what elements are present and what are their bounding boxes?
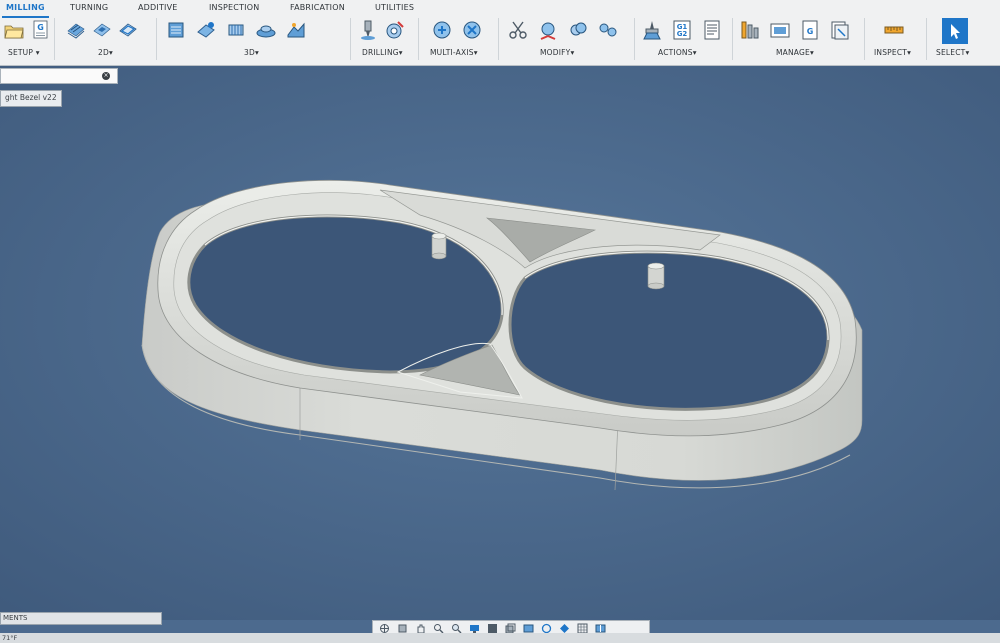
document-name-label[interactable]: ght Bezel v22 bbox=[0, 90, 62, 107]
multi-axis-label[interactable]: MULTI-AXIS▾ bbox=[430, 48, 478, 57]
object-visibility-icon[interactable] bbox=[539, 623, 554, 634]
bore-icon[interactable] bbox=[382, 18, 406, 42]
fusion-cam-window: MILLING TURNING ADDITIVE INSPECTION FABR… bbox=[0, 0, 1000, 643]
setup-folder-icon[interactable] bbox=[2, 18, 26, 42]
tab-milling[interactable]: MILLING bbox=[2, 3, 49, 18]
select-group: SELECT▾ bbox=[930, 16, 996, 64]
tab-turning[interactable]: TURNING bbox=[70, 3, 108, 15]
temperature-readout: 71°F bbox=[2, 634, 18, 642]
hand-icon[interactable] bbox=[413, 623, 428, 634]
pattern-toolpath-icon[interactable] bbox=[596, 18, 620, 42]
drilling-group: DRILLING▾ bbox=[354, 16, 416, 64]
orbit-icon[interactable] bbox=[377, 623, 392, 634]
3d-adaptive-icon[interactable] bbox=[164, 18, 188, 42]
duplicate-toolpath-icon[interactable] bbox=[566, 18, 590, 42]
3d-pocket-icon[interactable] bbox=[194, 18, 218, 42]
effects-icon[interactable] bbox=[521, 623, 536, 634]
mounting-boss-right[interactable] bbox=[647, 262, 665, 290]
browser-close-icon[interactable]: × bbox=[102, 72, 110, 80]
select-label[interactable]: SELECT▾ bbox=[936, 48, 969, 57]
environment-icon[interactable] bbox=[503, 623, 518, 634]
comments-panel[interactable]: MENTS bbox=[0, 612, 162, 625]
inspect-label[interactable]: INSPECT▾ bbox=[874, 48, 911, 57]
separator bbox=[634, 18, 635, 60]
grid-icon[interactable] bbox=[575, 623, 590, 634]
scissors-icon[interactable] bbox=[506, 18, 530, 42]
drilling-label[interactable]: DRILLING▾ bbox=[362, 48, 403, 57]
zoom-window-icon[interactable] bbox=[449, 623, 464, 634]
setup-label[interactable]: SETUP ▾ bbox=[8, 48, 40, 57]
drill-icon[interactable] bbox=[356, 18, 380, 42]
multi-axis-group: MULTI-AXIS▾ bbox=[422, 16, 498, 64]
template-library-icon[interactable] bbox=[768, 18, 792, 42]
camera-icon[interactable] bbox=[557, 623, 572, 634]
svg-text:G: G bbox=[807, 27, 814, 36]
right-opening bbox=[508, 250, 830, 411]
swarf-icon[interactable] bbox=[430, 18, 454, 42]
display-settings-icon[interactable] bbox=[467, 623, 482, 634]
actions-label[interactable]: ACTIONS▾ bbox=[658, 48, 697, 57]
zoom-icon[interactable] bbox=[431, 623, 446, 634]
workspace-tabs: MILLING TURNING ADDITIVE INSPECTION FABR… bbox=[0, 0, 1000, 18]
modify-label[interactable]: MODIFY▾ bbox=[540, 48, 574, 57]
tab-utilities[interactable]: UTILITIES bbox=[375, 3, 414, 15]
mounting-boss-left[interactable] bbox=[431, 232, 447, 260]
delete-toolpath-icon[interactable] bbox=[536, 18, 560, 42]
pan-icon[interactable] bbox=[395, 623, 410, 634]
measure-icon[interactable] bbox=[882, 18, 906, 42]
separator bbox=[926, 18, 927, 60]
graphics-viewport[interactable] bbox=[0, 66, 1000, 620]
2d-adaptive-icon[interactable] bbox=[64, 18, 88, 42]
post-process-icon[interactable]: G1 G2 bbox=[670, 18, 694, 42]
3d-label[interactable]: 3D▾ bbox=[244, 48, 259, 57]
svg-text:G2: G2 bbox=[677, 30, 688, 38]
separator bbox=[156, 18, 157, 60]
separator bbox=[418, 18, 419, 60]
manage-group: G MANAGE▾ bbox=[736, 16, 862, 64]
manage-label[interactable]: MANAGE▾ bbox=[776, 48, 814, 57]
2d-label[interactable]: 2D▾ bbox=[98, 48, 113, 57]
visual-style-icon[interactable] bbox=[485, 623, 500, 634]
tool-library-icon[interactable] bbox=[738, 18, 762, 42]
3d-contour-icon[interactable] bbox=[284, 18, 308, 42]
modify-group: MODIFY▾ bbox=[502, 16, 634, 64]
post-library-icon[interactable]: G bbox=[798, 18, 822, 42]
setup-group: G SETUP ▾ bbox=[0, 16, 52, 64]
3d-parallel-icon[interactable] bbox=[224, 18, 248, 42]
simulate-icon[interactable] bbox=[640, 18, 664, 42]
tab-fabrication[interactable]: FABRICATION bbox=[290, 3, 345, 15]
toolbar-ribbon: MILLING TURNING ADDITIVE INSPECTION FABR… bbox=[0, 0, 1000, 66]
separator bbox=[732, 18, 733, 60]
separator bbox=[864, 18, 865, 60]
status-bar: 71°F bbox=[0, 633, 1000, 643]
2d-pocket-icon[interactable] bbox=[90, 18, 114, 42]
browser-header[interactable]: × bbox=[0, 68, 118, 84]
setup-sheet-icon[interactable]: G bbox=[28, 18, 52, 42]
separator bbox=[498, 18, 499, 60]
model-canvas bbox=[0, 66, 1000, 620]
tab-additive[interactable]: ADDITIVE bbox=[138, 3, 178, 15]
tab-inspection[interactable]: INSPECTION bbox=[209, 3, 259, 15]
3d-scallop-icon[interactable] bbox=[254, 18, 278, 42]
3d-group: 3D▾ bbox=[162, 16, 350, 64]
setup-sheet-doc-icon[interactable] bbox=[700, 18, 724, 42]
separator bbox=[350, 18, 351, 60]
actions-group: G1 G2 ACTIONS▾ bbox=[638, 16, 730, 64]
inspect-group: INSPECT▾ bbox=[868, 16, 924, 64]
machine-library-icon[interactable] bbox=[828, 18, 852, 42]
2d-contour-icon[interactable] bbox=[116, 18, 140, 42]
svg-text:G: G bbox=[37, 23, 44, 32]
multi-axis-contour-icon[interactable] bbox=[460, 18, 484, 42]
separator bbox=[54, 18, 55, 60]
select-arrow-icon[interactable] bbox=[942, 18, 968, 44]
2d-group: 2D▾ bbox=[60, 16, 156, 64]
viewports-icon[interactable] bbox=[593, 623, 608, 634]
